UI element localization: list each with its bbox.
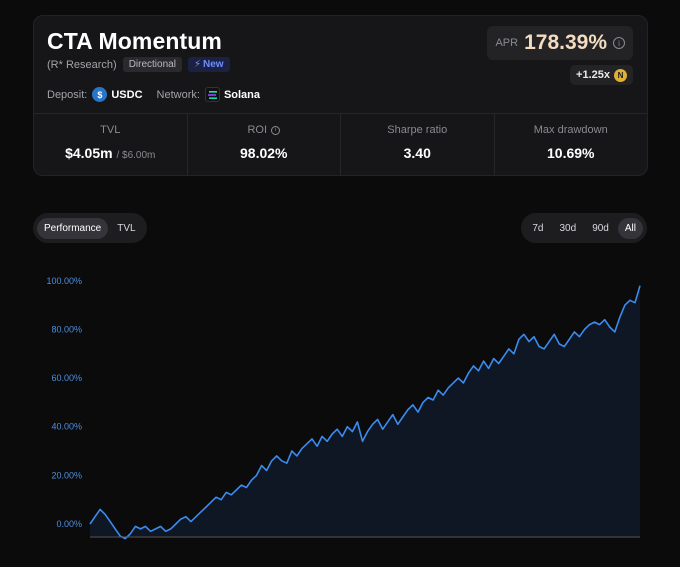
network-name: Solana <box>223 88 261 101</box>
chart-type-toggle: Performance TVL <box>33 213 147 243</box>
stat-drawdown-value: 10.69% <box>547 145 595 161</box>
boost-value: +1.25x <box>576 69 610 81</box>
boost-badge[interactable]: +1.25x N <box>570 65 633 85</box>
performance-area <box>90 285 640 539</box>
y-tick-label: 100.00% <box>46 276 82 286</box>
apr-box: APR 178.39% i <box>487 26 633 60</box>
new-tag: ⚡ New <box>187 57 230 72</box>
stat-sharpe-value: 3.40 <box>403 145 431 161</box>
performance-chart[interactable]: 0.00% 20.00% 40.00% 60.00% 80.00% 100.00% <box>0 260 680 550</box>
tab-performance[interactable]: Performance <box>37 217 109 239</box>
apr-value: 178.39% <box>524 31 607 54</box>
stat-drawdown: Max drawdown 10.69% <box>495 114 648 175</box>
roi-info-icon[interactable]: i <box>271 125 281 135</box>
chart-svg: 0.00% 20.00% 40.00% 60.00% 80.00% 100.00% <box>46 276 641 540</box>
network-label: Network: <box>156 88 200 101</box>
stat-roi-value: 98.02% <box>240 145 288 161</box>
usdc-icon: $ <box>92 87 108 102</box>
directional-tag: Directional <box>122 57 182 72</box>
vault-manager[interactable]: (R* Research) <box>47 59 117 71</box>
stat-tvl: TVL $4.05m / $6.00m <box>34 114 188 175</box>
range-all[interactable]: All <box>617 217 643 239</box>
stat-tvl-value: $4.05m / $6.00m <box>34 145 187 161</box>
y-tick-label: 80.00% <box>51 324 82 334</box>
stat-tvl-label: TVL <box>100 124 121 136</box>
vault-meta: (R* Research) Directional ⚡ New <box>47 57 230 72</box>
token-boost-icon: N <box>614 68 627 82</box>
stat-sharpe: Sharpe ratio 3.40 <box>341 114 495 175</box>
tab-tvl[interactable]: TVL <box>110 218 142 239</box>
deposit-network-row: Deposit: $ USDC Network: Solana <box>47 87 260 102</box>
y-tick-label: 0.00% <box>56 519 82 529</box>
stat-sharpe-label: Sharpe ratio <box>387 124 448 136</box>
stats-row: TVL $4.05m / $6.00m ROI i 98.02% Sharpe r… <box>34 113 648 175</box>
tvl-cap: / $6.00m <box>116 150 156 161</box>
range-90d[interactable]: 90d <box>585 218 616 239</box>
y-tick-label: 60.00% <box>51 373 82 383</box>
stat-roi-label: ROI <box>247 124 268 136</box>
vault-title: CTA Momentum <box>47 28 222 54</box>
deposit-label: Deposit: <box>47 88 88 101</box>
solana-icon <box>204 87 220 102</box>
range-7d[interactable]: 7d <box>525 218 550 239</box>
deposit-asset: USDC <box>111 88 143 101</box>
range-30d[interactable]: 30d <box>553 218 584 239</box>
time-range-toggle: 7d 30d 90d All <box>521 213 647 243</box>
y-tick-label: 20.00% <box>51 470 82 480</box>
y-tick-label: 40.00% <box>51 422 82 432</box>
stat-drawdown-label: Max drawdown <box>533 124 608 136</box>
tvl-value: $4.05m <box>65 145 113 161</box>
stat-roi: ROI i 98.02% <box>188 114 341 175</box>
lightning-icon: ⚡ <box>193 59 201 70</box>
apr-label: APR <box>495 37 519 49</box>
new-tag-label: New <box>202 59 224 70</box>
stat-roi-label-wrap: ROI i <box>188 124 341 136</box>
vault-card: CTA Momentum (R* Research) Directional ⚡… <box>33 15 648 176</box>
info-icon[interactable]: i <box>613 37 625 49</box>
